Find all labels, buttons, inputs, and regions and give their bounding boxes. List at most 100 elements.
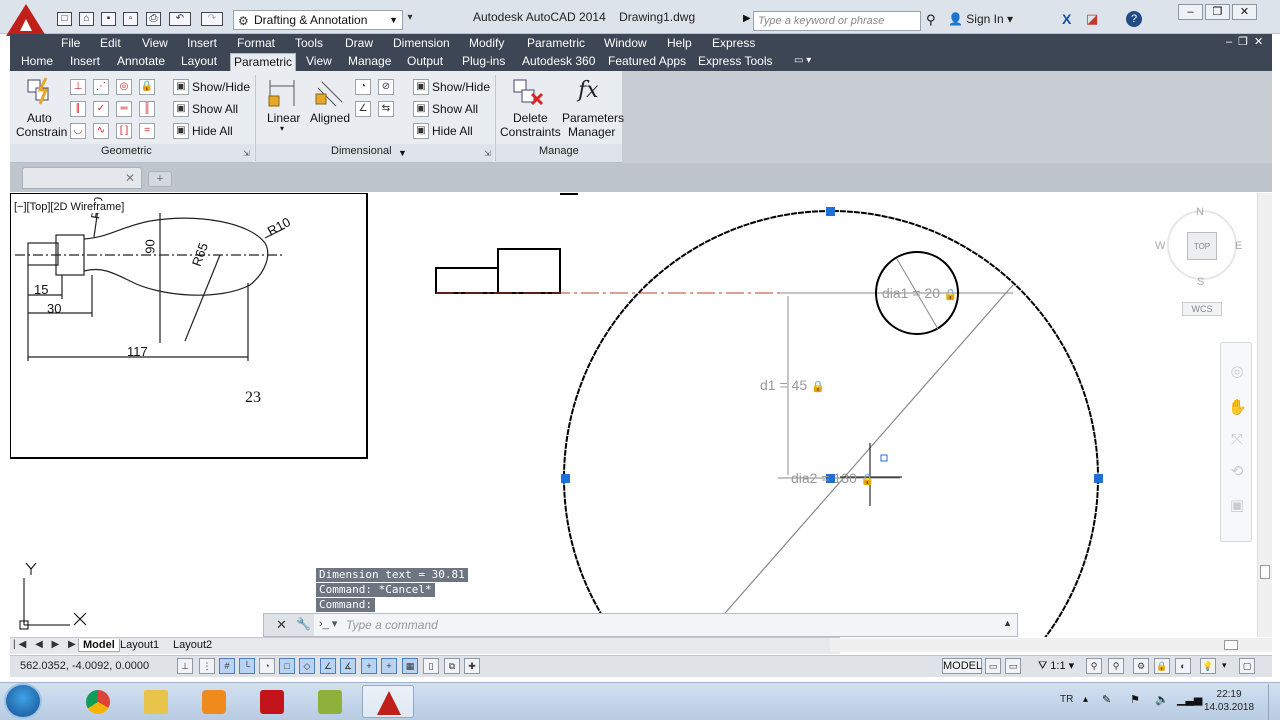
clean-screen-icon[interactable]: ▢ bbox=[1239, 658, 1255, 674]
hardware-acceleration-icon[interactable]: ◐ bbox=[1175, 658, 1191, 674]
new-tab-button[interactable]: + bbox=[148, 171, 172, 187]
dimensional-hide-all-icon[interactable]: ▣ bbox=[413, 123, 429, 139]
geometric-show-hide[interactable]: Show/Hide bbox=[192, 80, 250, 94]
vertical-constraint-icon[interactable]: ║ bbox=[139, 101, 155, 117]
menu-view[interactable]: View bbox=[142, 35, 168, 51]
taskbar-app[interactable] bbox=[304, 685, 356, 718]
parameters-manager-label-2[interactable]: Manager bbox=[568, 125, 615, 139]
quick-view-layouts-icon[interactable]: ▭ bbox=[985, 658, 1001, 674]
close-icon[interactable]: ✕ bbox=[276, 617, 287, 633]
coincident-constraint-icon[interactable]: ⊥ bbox=[70, 79, 86, 95]
quick-properties-icon[interactable]: ▯ bbox=[423, 658, 439, 674]
dialog-launcher-icon[interactable]: ⇲ bbox=[484, 149, 491, 158]
command-prompt-icon[interactable]: ›_ ▾ bbox=[319, 617, 337, 630]
diameter-constraint-icon[interactable]: ⊘ bbox=[378, 79, 394, 95]
symmetric-constraint-icon[interactable]: [ ] bbox=[116, 123, 132, 139]
menu-dimension[interactable]: Dimension bbox=[393, 35, 450, 51]
3d-object-snap-icon[interactable]: ◇ bbox=[299, 658, 315, 674]
infer-constraints-icon[interactable]: ⊥ bbox=[177, 658, 193, 674]
tab-parametric[interactable]: Parametric bbox=[230, 53, 297, 71]
tab-home[interactable]: Home bbox=[18, 53, 56, 71]
dimensional-show-all[interactable]: Show All bbox=[432, 102, 478, 116]
taskbar-acrobat[interactable] bbox=[246, 685, 298, 718]
action-center-icon[interactable]: ⚑ bbox=[1130, 693, 1140, 706]
parameters-manager-label-1[interactable]: Parameters bbox=[562, 111, 624, 125]
taskbar-autocad[interactable] bbox=[362, 685, 414, 718]
tab-manage[interactable]: Manage bbox=[345, 53, 394, 71]
quick-view-drawings-icon[interactable]: ▭ bbox=[1005, 658, 1021, 674]
horizontal-scrollbar[interactable] bbox=[830, 638, 1272, 652]
command-input[interactable]: Type a command bbox=[346, 618, 438, 632]
smooth-constraint-icon[interactable]: ∿ bbox=[93, 123, 109, 139]
system-clock[interactable]: 22:19 14.03.2018 bbox=[1204, 688, 1254, 714]
input-language[interactable]: TR bbox=[1060, 694, 1073, 705]
dimensional-show-hide[interactable]: Show/Hide bbox=[432, 80, 490, 94]
layout-tab-layout2[interactable]: Layout2 bbox=[173, 639, 212, 651]
viewcube[interactable]: N S E W TOP WCS bbox=[1150, 200, 1250, 320]
new-file-icon[interactable]: □ bbox=[57, 12, 72, 26]
concentric-constraint-icon[interactable]: ◎ bbox=[116, 79, 132, 95]
zoom-extents-icon[interactable]: ⤧ bbox=[1228, 431, 1246, 449]
close-tab-icon[interactable]: ✕ bbox=[125, 171, 135, 185]
dialog-launcher-icon[interactable]: ⇲ bbox=[243, 149, 250, 158]
status-menu-icon[interactable]: ▾ bbox=[1222, 660, 1227, 671]
fix-constraint-icon[interactable]: 🔒 bbox=[139, 79, 155, 95]
menu-edit[interactable]: Edit bbox=[100, 35, 121, 51]
layout-nav-arrows[interactable]: |◀ ◀ ▶ ▶| bbox=[13, 639, 84, 650]
geometric-hide-all[interactable]: Hide All bbox=[192, 124, 233, 138]
aligned-button[interactable]: Aligned bbox=[310, 111, 350, 125]
angular-constraint-icon[interactable]: ∠ bbox=[355, 101, 371, 117]
delete-constraints-label-1[interactable]: Delete bbox=[513, 111, 548, 125]
object-snap-tracking-icon[interactable]: ∠ bbox=[320, 658, 336, 674]
horizontal-constraint-icon[interactable]: ═ bbox=[116, 101, 132, 117]
search-expand-icon[interactable]: ▶ bbox=[743, 13, 751, 24]
dimensional-show-all-icon[interactable]: ▣ bbox=[413, 101, 429, 117]
workspace-select[interactable]: ⚙ Drafting & Annotation ▼ bbox=[233, 10, 403, 30]
command-line[interactable]: ✕ 🔧 ›_ ▾ Type a command ▲ bbox=[263, 613, 1018, 637]
undo-icon[interactable]: ↶ bbox=[169, 12, 191, 26]
annotation-scale[interactable]: ⛛ 1:1 ▾ bbox=[1038, 659, 1074, 673]
redo-icon[interactable]: ↷ bbox=[201, 12, 223, 26]
viewcube-top-face[interactable]: TOP bbox=[1187, 232, 1217, 260]
constraint-dia1[interactable]: dia1 = 20 🔒 bbox=[882, 285, 958, 301]
object-snap-icon[interactable]: □ bbox=[279, 658, 295, 674]
tangent-constraint-icon[interactable]: ◡ bbox=[70, 123, 86, 139]
linear-button[interactable]: Linear bbox=[267, 111, 300, 125]
annotation-monitor-icon[interactable]: ✚ bbox=[464, 658, 480, 674]
selection-cycling-icon[interactable]: ⧉ bbox=[444, 658, 460, 674]
auto-constrain-icon[interactable] bbox=[24, 76, 56, 108]
delete-constraints-label-2[interactable]: Constraints bbox=[500, 125, 561, 139]
pan-icon[interactable]: ✋ bbox=[1228, 399, 1247, 417]
transparency-icon[interactable]: ▦ bbox=[402, 658, 418, 674]
tab-layout[interactable]: Layout bbox=[178, 53, 220, 71]
linear-constraint-icon[interactable] bbox=[266, 78, 298, 108]
taskbar-media-player[interactable] bbox=[188, 685, 240, 718]
menu-help[interactable]: Help bbox=[667, 35, 692, 51]
menu-tools[interactable]: Tools bbox=[295, 35, 323, 51]
geometric-panel-title[interactable]: Geometric bbox=[101, 145, 152, 157]
compass-west[interactable]: W bbox=[1155, 240, 1165, 252]
windows-start-button[interactable] bbox=[4, 683, 42, 719]
constraint-dia2[interactable]: dia2 = 130 🔒 bbox=[791, 470, 874, 486]
tab-insert[interactable]: Insert bbox=[67, 53, 103, 71]
toolbar-lock-icon[interactable]: 🔒 bbox=[1154, 658, 1170, 674]
dimensional-show-hide-icon[interactable]: ▣ bbox=[413, 79, 429, 95]
parallel-constraint-icon[interactable]: ∥ bbox=[70, 101, 86, 117]
tab-annotate[interactable]: Annotate bbox=[114, 53, 168, 71]
delete-constraints-icon[interactable] bbox=[512, 78, 546, 108]
file-tab-drawing1[interactable]: ✕ bbox=[22, 167, 142, 189]
perpendicular-constraint-icon[interactable]: ✓ bbox=[93, 101, 109, 117]
menu-modify[interactable]: Modify bbox=[469, 35, 504, 51]
dynamic-ucs-icon[interactable]: ∡ bbox=[340, 658, 356, 674]
collinear-constraint-icon[interactable]: ⋰ bbox=[93, 79, 109, 95]
steering-wheel-icon[interactable]: ◎ bbox=[1228, 363, 1246, 381]
geometric-hide-all-icon[interactable]: ▣ bbox=[173, 123, 189, 139]
tab-featured-apps[interactable]: Featured Apps bbox=[605, 53, 689, 71]
taskbar-explorer[interactable] bbox=[130, 685, 182, 718]
menu-parametric[interactable]: Parametric bbox=[527, 35, 585, 51]
open-folder-icon[interactable]: ⌂ bbox=[79, 12, 94, 26]
geometric-show-all[interactable]: Show All bbox=[192, 102, 238, 116]
menu-express[interactable]: Express bbox=[712, 35, 755, 51]
tab-autodesk-360[interactable]: Autodesk 360 bbox=[519, 53, 598, 71]
layout-tab-layout1[interactable]: Layout1 bbox=[120, 639, 159, 651]
